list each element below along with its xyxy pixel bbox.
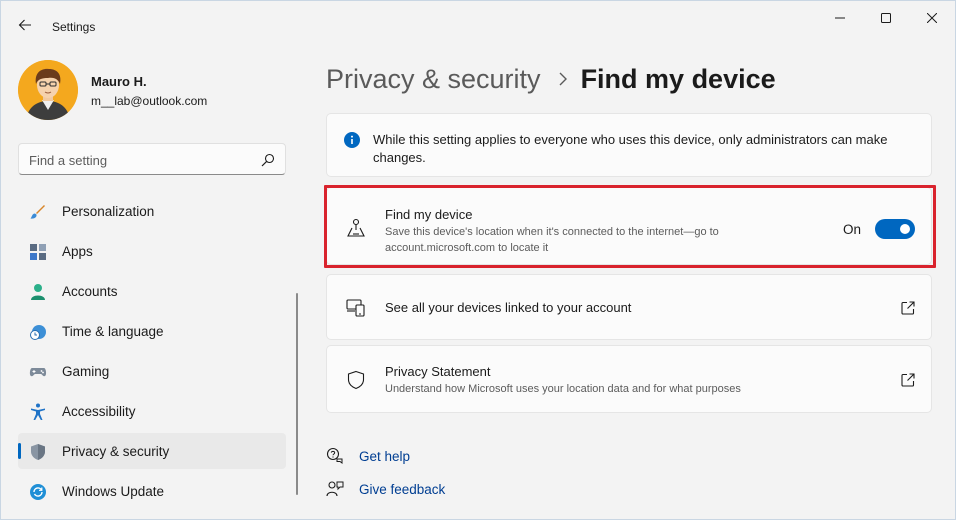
get-help-label: Get help <box>359 448 411 464</box>
minimize-icon <box>835 17 845 19</box>
search-icon[interactable] <box>261 153 275 167</box>
maximize-icon <box>881 13 891 23</box>
user-profile[interactable]: Mauro H. m__lab@outlook.com <box>18 60 288 120</box>
location-person-icon <box>347 218 365 237</box>
avatar-illustration-icon <box>18 60 78 120</box>
sidebar-item-label: Accessibility <box>62 403 136 419</box>
paint-brush-icon <box>30 205 45 219</box>
arrow-left-icon <box>18 19 31 31</box>
chevron-right-icon <box>559 72 567 86</box>
back-button[interactable] <box>13 13 37 37</box>
shield-icon <box>31 444 45 460</box>
give-feedback-label: Give feedback <box>359 481 446 497</box>
linked-devices-link[interactable]: See all your devices linked to your acco… <box>326 274 932 340</box>
breadcrumb-parent[interactable]: Privacy & security <box>326 64 541 95</box>
info-icon <box>344 132 360 148</box>
privacy-statement-title: Privacy Statement <box>385 364 491 379</box>
person-icon <box>31 284 45 300</box>
find-my-device-toggle[interactable] <box>875 219 915 239</box>
sidebar-nav: Personalization Apps Accounts Time & lan… <box>18 193 286 513</box>
give-feedback-link[interactable]: Give feedback <box>326 478 445 500</box>
sidebar-item-privacy-security[interactable]: Privacy & security <box>18 433 286 469</box>
breadcrumb: Privacy & security Find my device <box>326 59 776 99</box>
settings-window: Settings Mauro H. m__lab@outlook.com Fin… <box>0 0 956 520</box>
sidebar-item-label: Personalization <box>62 203 155 219</box>
apps-icon <box>30 244 46 260</box>
toggle-knob <box>900 224 910 234</box>
info-banner: While this setting applies to everyone w… <box>326 113 932 177</box>
close-icon <box>927 13 937 23</box>
sidebar-item-accessibility[interactable]: Accessibility <box>18 393 286 429</box>
sidebar-item-personalization[interactable]: Personalization <box>18 193 286 229</box>
sidebar-scrollbar[interactable] <box>296 293 298 495</box>
sidebar-item-label: Gaming <box>62 363 110 379</box>
sidebar-item-label: Apps <box>62 243 93 259</box>
page-title: Find my device <box>580 63 776 94</box>
minimize-button[interactable] <box>817 1 863 35</box>
devices-icon <box>346 299 365 317</box>
feedback-icon <box>326 481 344 497</box>
sidebar-item-accounts[interactable]: Accounts <box>18 273 286 309</box>
sidebar-item-windows-update[interactable]: Windows Update <box>18 473 286 509</box>
help-chat-icon <box>326 447 343 464</box>
maximize-button[interactable] <box>863 1 909 35</box>
avatar <box>18 60 78 120</box>
sidebar-item-label: Windows Update <box>62 483 165 499</box>
gamepad-icon <box>29 368 47 377</box>
info-text: While this setting applies to everyone w… <box>373 132 888 165</box>
open-external-icon <box>901 301 915 315</box>
open-external-icon <box>901 373 915 387</box>
find-my-device-description: Save this device's location when it's co… <box>385 226 719 254</box>
find-my-device-card: Find my device Save this device's locati… <box>326 187 932 265</box>
sync-icon <box>30 484 46 500</box>
title-bar: Settings <box>1 1 955 47</box>
search-box[interactable] <box>18 143 286 175</box>
accessibility-icon <box>31 403 45 420</box>
app-title: Settings <box>52 20 96 34</box>
get-help-link[interactable]: Get help <box>326 445 410 467</box>
search-input[interactable] <box>29 150 254 170</box>
shield-outline-icon <box>347 370 365 390</box>
sidebar-item-time-language[interactable]: Time & language <box>18 313 286 349</box>
sidebar-item-gaming[interactable]: Gaming <box>18 353 286 389</box>
linked-devices-title: See all your devices linked to your acco… <box>385 300 632 315</box>
clock-globe-icon <box>30 325 46 340</box>
sidebar-item-label: Time & language <box>62 323 164 339</box>
toggle-state-label: On <box>843 222 862 237</box>
sidebar-item-label: Privacy & security <box>62 443 170 459</box>
close-button[interactable] <box>909 1 955 35</box>
user-email: m__lab@outlook.com <box>91 94 208 108</box>
privacy-statement-link[interactable]: Privacy Statement Understand how Microso… <box>326 345 932 413</box>
sidebar-item-apps[interactable]: Apps <box>18 233 286 269</box>
find-my-device-title: Find my device <box>385 207 473 222</box>
user-name: Mauro H. <box>91 74 147 89</box>
privacy-statement-description: Understand how Microsoft uses your locat… <box>385 383 741 395</box>
sidebar-item-label: Accounts <box>62 283 118 299</box>
